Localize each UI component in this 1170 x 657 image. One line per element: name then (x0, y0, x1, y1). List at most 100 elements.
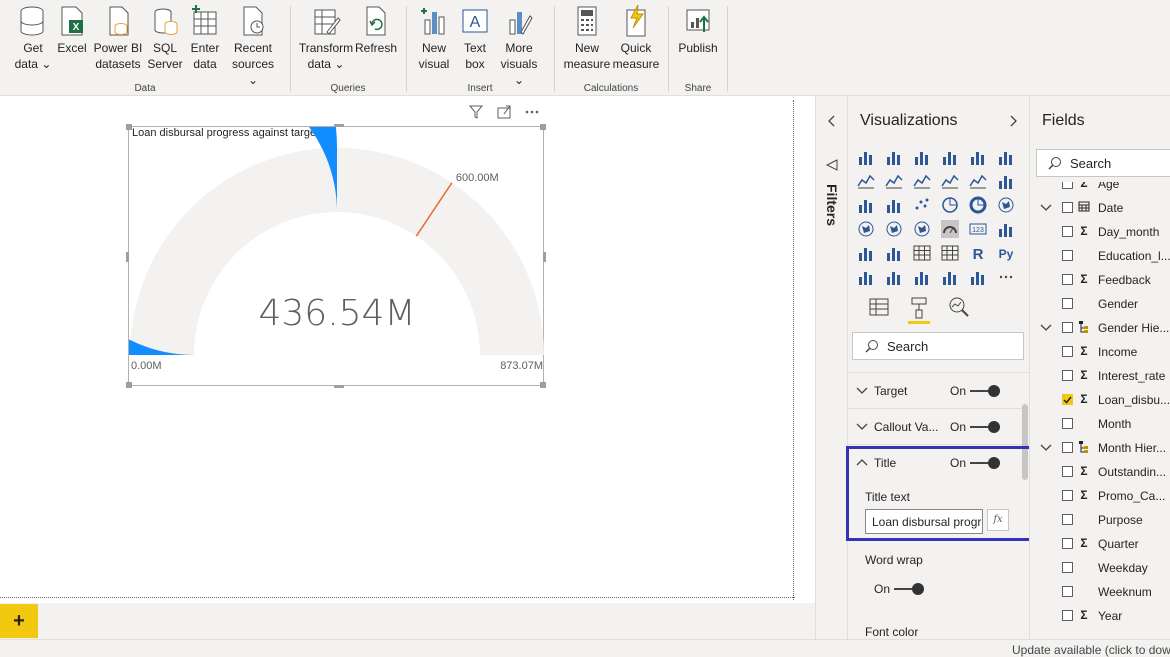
field-checkbox[interactable] (1062, 394, 1073, 405)
smart-narrative-icon[interactable] (941, 268, 961, 288)
field-checkbox[interactable] (1062, 442, 1073, 453)
field-item[interactable]: Month Hier... (1030, 436, 1170, 460)
table-icon[interactable] (913, 244, 933, 264)
card-icon[interactable]: 123 (969, 220, 989, 240)
donut-icon[interactable] (969, 196, 989, 216)
field-item[interactable]: Σ Loan_disbu... (1030, 388, 1170, 412)
field-item[interactable]: Purpose (1030, 508, 1170, 532)
multi-row-card-icon[interactable] (997, 220, 1017, 240)
gauge-visual[interactable]: Loan disbursal progress against target 6… (126, 124, 546, 388)
filled-map-icon[interactable] (885, 220, 905, 240)
field-checkbox[interactable] (1062, 322, 1073, 333)
qa-icon[interactable] (913, 268, 933, 288)
scatter-icon[interactable] (913, 196, 933, 216)
funnel-icon[interactable] (885, 196, 905, 216)
word-wrap-toggle[interactable] (894, 583, 924, 595)
add-page-button[interactable]: + (0, 604, 38, 638)
fields-search-input[interactable]: Search (1036, 149, 1170, 177)
format-paint-roller-icon[interactable] (908, 296, 930, 324)
chevron-down-icon[interactable] (1040, 321, 1052, 333)
field-checkbox[interactable] (1062, 514, 1073, 525)
resize-handle[interactable] (126, 252, 129, 262)
field-checkbox[interactable] (1062, 586, 1073, 597)
100-bar-icon[interactable] (969, 148, 989, 168)
resize-handle[interactable] (334, 385, 344, 388)
key-influencers-icon[interactable] (857, 268, 877, 288)
filter-icon[interactable] (468, 104, 484, 120)
field-item[interactable]: Month (1030, 412, 1170, 436)
field-checkbox[interactable] (1062, 298, 1073, 309)
line-clustered-column-icon[interactable] (969, 172, 989, 192)
focus-mode-icon[interactable] (496, 104, 512, 120)
line-column-icon[interactable] (941, 172, 961, 192)
field-checkbox[interactable] (1062, 490, 1073, 501)
line-chart-icon[interactable] (857, 172, 877, 192)
property-card-callout-value[interactable]: Callout Va... On (848, 408, 1029, 444)
gauge-icon[interactable] (941, 220, 961, 240)
chevron-left-icon[interactable] (826, 114, 838, 128)
kpi-icon[interactable] (857, 244, 877, 264)
resize-handle[interactable] (126, 382, 132, 388)
field-item[interactable]: Σ Income (1030, 340, 1170, 364)
ribbon-chart-icon[interactable] (997, 172, 1017, 192)
field-item[interactable]: Σ Year (1030, 604, 1170, 628)
pie-icon[interactable] (941, 196, 961, 216)
target-toggle[interactable] (970, 385, 1000, 397)
field-checkbox[interactable] (1062, 226, 1073, 237)
callout-value-toggle[interactable] (970, 421, 1000, 433)
filters-pane-collapsed[interactable]: Filters (815, 96, 848, 639)
clustered-bar-icon[interactable] (913, 148, 933, 168)
map-icon[interactable] (857, 220, 877, 240)
field-checkbox[interactable] (1062, 202, 1073, 213)
field-item[interactable]: Σ Day_month (1030, 220, 1170, 244)
field-checkbox[interactable] (1062, 250, 1073, 261)
field-item[interactable]: Σ Feedback (1030, 268, 1170, 292)
field-checkbox[interactable] (1062, 562, 1073, 573)
field-item[interactable]: Date (1030, 196, 1170, 220)
resize-handle[interactable] (334, 124, 344, 127)
resize-handle[interactable] (126, 124, 132, 130)
r-visual-icon[interactable]: R (969, 244, 989, 264)
more-options-icon[interactable] (524, 104, 540, 120)
field-item[interactable]: Weeknum (1030, 580, 1170, 604)
resize-handle[interactable] (540, 382, 546, 388)
format-search-input[interactable]: Search (852, 332, 1024, 360)
analytics-magnifier-icon[interactable] (948, 296, 970, 318)
field-item[interactable]: Education_l... (1030, 244, 1170, 268)
field-checkbox[interactable] (1062, 418, 1073, 429)
field-item[interactable]: Σ Quarter (1030, 532, 1170, 556)
waterfall-icon[interactable] (857, 196, 877, 216)
field-checkbox[interactable] (1062, 274, 1073, 285)
resize-handle[interactable] (543, 252, 546, 262)
more-icon[interactable] (997, 268, 1017, 288)
field-item[interactable]: Weekday (1030, 556, 1170, 580)
update-available-link[interactable]: Update available (click to dow (1012, 643, 1170, 657)
stacked-bar-icon[interactable] (857, 148, 877, 168)
field-item[interactable]: Σ Interest_rate (1030, 364, 1170, 388)
field-item[interactable]: Σ Outstandin... (1030, 460, 1170, 484)
field-checkbox[interactable] (1062, 346, 1073, 357)
matrix-icon[interactable] (941, 244, 961, 264)
field-checkbox[interactable] (1062, 466, 1073, 477)
field-item[interactable]: Gender (1030, 292, 1170, 316)
area-chart-icon[interactable] (885, 172, 905, 192)
100-column-icon[interactable] (997, 148, 1017, 168)
slicer-icon[interactable] (885, 244, 905, 264)
stacked-area-icon[interactable] (913, 172, 933, 192)
field-checkbox[interactable] (1062, 610, 1073, 621)
chevron-down-icon[interactable] (1040, 441, 1052, 453)
field-item[interactable]: Gender Hie... (1030, 316, 1170, 340)
field-checkbox[interactable] (1062, 182, 1073, 189)
field-item[interactable]: Σ Promo_Ca... (1030, 484, 1170, 508)
stacked-column-icon[interactable] (885, 148, 905, 168)
shape-map-icon[interactable] (913, 220, 933, 240)
decomposition-tree-icon[interactable] (885, 268, 905, 288)
property-card-target[interactable]: Target On (848, 372, 1029, 408)
resize-handle[interactable] (540, 124, 546, 130)
field-item[interactable]: Σ Age (1030, 182, 1170, 196)
fields-tab-icon[interactable] (868, 296, 890, 318)
field-checkbox[interactable] (1062, 538, 1073, 549)
field-checkbox[interactable] (1062, 370, 1073, 381)
chevron-down-icon[interactable] (1040, 201, 1052, 213)
paginated-report-icon[interactable] (969, 268, 989, 288)
